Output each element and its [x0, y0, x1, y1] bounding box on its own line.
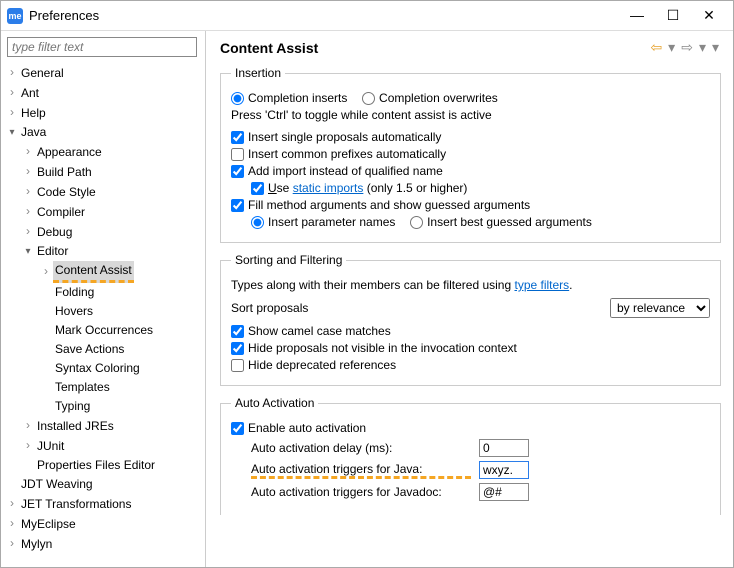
tree-item-ant[interactable]: Ant [5, 83, 201, 103]
content: General Ant Help Java Appearance Build P… [1, 31, 733, 567]
insert-best-label: Insert best guessed arguments [427, 215, 592, 229]
view-menu-icon[interactable]: ▾ [710, 39, 721, 56]
triggers-java-label: Auto activation triggers for Java: [251, 462, 471, 479]
sort-proposals-select[interactable]: by relevance [610, 298, 710, 318]
show-camel-checkbox[interactable] [231, 325, 244, 338]
static-imports-link[interactable]: static imports [293, 181, 364, 195]
maximize-button[interactable]: ☐ [661, 7, 685, 24]
preferences-tree: General Ant Help Java Appearance Build P… [3, 63, 201, 554]
hide-proposals-label: Hide proposals not visible in the invoca… [248, 341, 517, 355]
auto-activation-group: Auto Activation Enable auto activation A… [220, 396, 721, 515]
tree-item-properties-files-editor[interactable]: Properties Files Editor [21, 456, 201, 475]
preferences-tree-panel: General Ant Help Java Appearance Build P… [1, 31, 206, 567]
hide-proposals-checkbox[interactable] [231, 342, 244, 355]
tree-item-folding[interactable]: Folding [39, 283, 201, 302]
tree-item-mark-occurrences[interactable]: Mark Occurrences [39, 321, 201, 340]
completion-overwrites-radio[interactable] [362, 92, 375, 105]
forward-menu-icon[interactable]: ▾ [697, 39, 708, 56]
main-panel: Content Assist ⇦▾ ⇨▾ ▾ Insertion Complet… [206, 31, 733, 567]
minimize-button[interactable]: — [625, 7, 649, 24]
fill-method-label: Fill method arguments and show guessed a… [248, 198, 530, 212]
hide-deprecated-checkbox[interactable] [231, 359, 244, 372]
triggers-javadoc-label: Auto activation triggers for Javadoc: [251, 485, 471, 499]
window-buttons: — ☐ ✕ [625, 7, 727, 24]
insert-common-checkbox[interactable] [231, 148, 244, 161]
tree-item-mylyn[interactable]: Mylyn [5, 534, 201, 554]
insert-common-label: Insert common prefixes automatically [248, 147, 446, 161]
page-title: Content Assist [220, 40, 648, 56]
insertion-group: Insertion Completion inserts Completion … [220, 66, 721, 243]
tree-item-hovers[interactable]: Hovers [39, 302, 201, 321]
triggers-javadoc-input[interactable] [479, 483, 529, 501]
app-icon: me [7, 8, 23, 24]
tree-item-code-style[interactable]: Code Style [21, 182, 201, 202]
show-camel-label: Show camel case matches [248, 324, 391, 338]
insertion-legend: Insertion [231, 66, 285, 80]
use-static-imports-label: Use static imports (only 1.5 or higher) [268, 181, 467, 195]
tree-item-content-assist[interactable]: Content Assist [39, 261, 201, 283]
tree-item-editor[interactable]: Editor [21, 242, 201, 261]
sorting-group: Sorting and Filtering Types along with t… [220, 253, 721, 386]
forward-icon[interactable]: ⇨ [679, 39, 695, 56]
triggers-java-input[interactable] [479, 461, 529, 479]
tree-item-typing[interactable]: Typing [39, 397, 201, 416]
tree-item-debug[interactable]: Debug [21, 222, 201, 242]
close-button[interactable]: ✕ [697, 7, 721, 24]
tree-item-save-actions[interactable]: Save Actions [39, 340, 201, 359]
sort-proposals-label: Sort proposals [231, 301, 610, 315]
delay-input[interactable] [479, 439, 529, 457]
add-import-label: Add import instead of qualified name [248, 164, 443, 178]
tree-item-junit[interactable]: JUnit [21, 436, 201, 456]
tree-item-syntax-coloring[interactable]: Syntax Coloring [39, 359, 201, 378]
insert-single-checkbox[interactable] [231, 131, 244, 144]
tree-item-installed-jres[interactable]: Installed JREs [21, 416, 201, 436]
insert-param-radio[interactable] [251, 216, 264, 229]
filter-input[interactable] [7, 37, 197, 57]
auto-activation-legend: Auto Activation [231, 396, 318, 410]
completion-inserts-radio[interactable] [231, 92, 244, 105]
completion-inserts-label: Completion inserts [248, 91, 347, 105]
tree-item-templates[interactable]: Templates [39, 378, 201, 397]
use-static-imports-checkbox[interactable] [251, 182, 264, 195]
enable-auto-label: Enable auto activation [248, 421, 366, 435]
tree-item-help[interactable]: Help [5, 103, 201, 123]
insert-best-radio[interactable] [410, 216, 423, 229]
window-title: Preferences [29, 8, 625, 23]
types-filtered-line: Types along with their members can be fi… [231, 278, 710, 292]
type-filters-link[interactable]: type filters [514, 278, 569, 292]
press-ctrl-hint: Press 'Ctrl' to toggle while content ass… [231, 108, 710, 122]
hide-deprecated-label: Hide deprecated references [248, 358, 396, 372]
tree-item-appearance[interactable]: Appearance [21, 142, 201, 162]
sorting-legend: Sorting and Filtering [231, 253, 346, 267]
tree-item-build-path[interactable]: Build Path [21, 162, 201, 182]
insert-single-label: Insert single proposals automatically [248, 130, 441, 144]
titlebar: me Preferences — ☐ ✕ [1, 1, 733, 31]
tree-item-myeclipse[interactable]: MyEclipse [5, 514, 201, 534]
back-menu-icon[interactable]: ▾ [666, 39, 677, 56]
enable-auto-checkbox[interactable] [231, 422, 244, 435]
completion-overwrites-label: Completion overwrites [379, 91, 498, 105]
fill-method-checkbox[interactable] [231, 199, 244, 212]
insert-param-label: Insert parameter names [268, 215, 395, 229]
tree-item-jet-transformations[interactable]: JET Transformations [5, 494, 201, 514]
tree-item-java[interactable]: Java [5, 123, 201, 142]
delay-label: Auto activation delay (ms): [251, 441, 471, 455]
back-icon[interactable]: ⇦ [648, 39, 664, 56]
tree-item-jdt-weaving[interactable]: JDT Weaving [5, 475, 201, 494]
tree-item-general[interactable]: General [5, 63, 201, 83]
add-import-checkbox[interactable] [231, 165, 244, 178]
tree-item-compiler[interactable]: Compiler [21, 202, 201, 222]
main-header: Content Assist ⇦▾ ⇨▾ ▾ [220, 39, 721, 56]
nav-icons: ⇦▾ ⇨▾ ▾ [648, 39, 721, 56]
